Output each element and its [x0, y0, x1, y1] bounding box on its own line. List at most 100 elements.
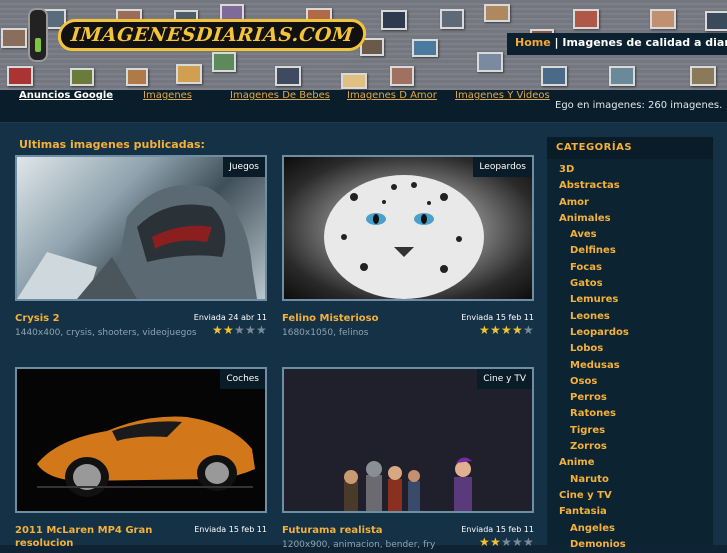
- category-item[interactable]: Ratones: [547, 406, 713, 422]
- rating-stars[interactable]: ★ ★ ★ ★ ★: [212, 324, 267, 336]
- decor-thumbnail: [690, 66, 716, 86]
- category-item[interactable]: Zorros: [547, 439, 713, 455]
- star-icon[interactable]: ★: [512, 324, 523, 336]
- category-item[interactable]: Amor: [547, 195, 713, 211]
- decor-thumbnail: [412, 39, 438, 57]
- category-item[interactable]: Anime: [547, 455, 713, 471]
- star-icon[interactable]: ★: [490, 536, 501, 548]
- card-title[interactable]: Crysis 2: [15, 312, 190, 325]
- decor-thumbnail: [541, 66, 567, 86]
- card-tags: 1200x900, animacion, bender, fry: [282, 540, 436, 550]
- category-item[interactable]: 3D: [547, 162, 713, 178]
- categories-heading: CATEGORÍAS: [547, 137, 713, 159]
- card-date: Enviada 15 feb 11: [461, 313, 534, 322]
- star-icon[interactable]: ★: [501, 536, 512, 548]
- star-icon[interactable]: ★: [234, 324, 245, 336]
- category-item[interactable]: Angeles: [547, 521, 713, 537]
- logo-text: IMAGENESDIARIAS.COM: [56, 19, 369, 51]
- card-image-leopard[interactable]: Leopardos: [282, 155, 534, 301]
- decor-thumbnail: [341, 73, 367, 89]
- site-logo[interactable]: IMAGENESDIARIAS.COM: [28, 8, 369, 62]
- card-tags: 1680x1050, felinos: [282, 328, 369, 338]
- category-item[interactable]: Fantasia: [547, 504, 713, 520]
- category-item[interactable]: Animales: [547, 211, 713, 227]
- image-card: Coches 2011 McLaren MP4 Gran resolucion …: [15, 367, 267, 549]
- image-count: Ego en imagenes: 260 imagenes.: [555, 100, 723, 111]
- latest-images-heading: Ultimas imagenes publicadas:: [19, 138, 205, 151]
- star-icon[interactable]: ★: [479, 324, 490, 336]
- category-item[interactable]: Leopardos: [547, 325, 713, 341]
- star-icon[interactable]: ★: [490, 324, 501, 336]
- nav-bar: Anuncios Google Imagenes Imagenes De Beb…: [0, 90, 727, 123]
- nav-link-anuncios-google[interactable]: Anuncios Google: [19, 90, 113, 101]
- site-header: IMAGENESDIARIAS.COM Home | Imagenes de c…: [0, 0, 727, 90]
- car-illustration: [37, 416, 255, 497]
- star-icon[interactable]: ★: [501, 324, 512, 336]
- decor-thumbnail: [390, 66, 414, 86]
- category-item[interactable]: Naruto: [547, 472, 713, 488]
- decor-thumbnail: [650, 9, 676, 29]
- category-item[interactable]: Leones: [547, 309, 713, 325]
- star-icon[interactable]: ★: [523, 324, 534, 336]
- top-navigation: Home | Imagenes de calidad a diario: [507, 33, 727, 55]
- decor-thumbnail: [440, 9, 464, 29]
- category-item[interactable]: Lobos: [547, 341, 713, 357]
- nav-link-imagenes-de-bebes[interactable]: Imagenes De Bebes: [230, 90, 330, 101]
- rating-stars[interactable]: ★ ★ ★ ★ ★: [479, 536, 534, 548]
- star-icon[interactable]: ★: [523, 536, 534, 548]
- star-icon[interactable]: ★: [512, 536, 523, 548]
- decor-thumbnail: [70, 68, 94, 86]
- rating-stars[interactable]: ★ ★ ★ ★ ★: [479, 324, 534, 336]
- star-icon[interactable]: ★: [245, 324, 256, 336]
- category-item[interactable]: Aves: [547, 227, 713, 243]
- category-item[interactable]: Medusas: [547, 358, 713, 374]
- card-date: Enviada 24 abr 11: [193, 313, 267, 322]
- image-card: Leopardos Felino Misterioso Enviada 15 f…: [282, 155, 534, 338]
- image-card: Juegos Crysis 2 Enviada 24 abr 11 1440x4…: [15, 155, 267, 338]
- category-badge[interactable]: Coches: [220, 369, 265, 389]
- category-item[interactable]: Focas: [547, 260, 713, 276]
- category-item[interactable]: Lemures: [547, 292, 713, 308]
- star-icon[interactable]: ★: [479, 536, 490, 548]
- category-list: 3D Abstractas Amor Animales Aves Delfines Foca…: [547, 159, 713, 553]
- card-title[interactable]: Futurama realista: [282, 524, 457, 537]
- card-date: Enviada 15 feb 11: [461, 525, 534, 534]
- card-image-mclaren[interactable]: Coches: [15, 367, 267, 513]
- decor-thumbnail: [176, 64, 202, 84]
- star-icon[interactable]: ★: [212, 324, 223, 336]
- nav-link-imagenes[interactable]: Imagenes: [143, 90, 192, 101]
- decor-thumbnail: [705, 11, 727, 31]
- nav-separator: |: [550, 36, 563, 49]
- main-content: Ultimas imagenes publicadas: Juegos Crys…: [0, 123, 727, 550]
- decor-thumbnail: [126, 68, 148, 86]
- decor-thumbnail: [275, 66, 301, 86]
- usb-icon: [28, 8, 48, 62]
- nav-link-imagenes-y-videos[interactable]: Imagenes Y Videos: [455, 90, 550, 101]
- card-title[interactable]: Felino Misterioso: [282, 312, 457, 325]
- tagline: Imagenes de calidad a diario: [562, 36, 727, 49]
- decor-thumbnail: [477, 52, 503, 72]
- category-badge[interactable]: Cine y TV: [477, 369, 532, 389]
- image-card: Cine y TV Futurama realista Enviada 15 f…: [282, 367, 534, 550]
- category-badge[interactable]: Leopardos: [473, 157, 532, 177]
- category-item[interactable]: Gatos: [547, 276, 713, 292]
- star-icon[interactable]: ★: [256, 324, 267, 336]
- decor-thumbnail: [381, 10, 407, 30]
- crysis-illustration: [17, 185, 257, 299]
- star-icon[interactable]: ★: [223, 324, 234, 336]
- category-item[interactable]: Delfines: [547, 243, 713, 259]
- category-item[interactable]: Perros: [547, 390, 713, 406]
- category-badge[interactable]: Juegos: [223, 157, 265, 177]
- card-tags: 1440x400, crysis, shooters, videojuegos: [15, 328, 197, 338]
- decor-thumbnail: [484, 4, 510, 22]
- card-image-crysis[interactable]: Juegos: [15, 155, 267, 301]
- home-link[interactable]: Home: [515, 36, 551, 49]
- card-image-futurama[interactable]: Cine y TV: [282, 367, 534, 513]
- category-item[interactable]: Tigres: [547, 423, 713, 439]
- card-title[interactable]: 2011 McLaren MP4 Gran resolucion: [15, 524, 190, 550]
- category-item[interactable]: Abstractas: [547, 178, 713, 194]
- card-date: Enviada 15 feb 11: [194, 525, 267, 534]
- nav-link-imagenes-d-amor[interactable]: Imagenes D Amor: [347, 90, 437, 101]
- category-item[interactable]: Osos: [547, 374, 713, 390]
- category-item[interactable]: Cine y TV: [547, 488, 713, 504]
